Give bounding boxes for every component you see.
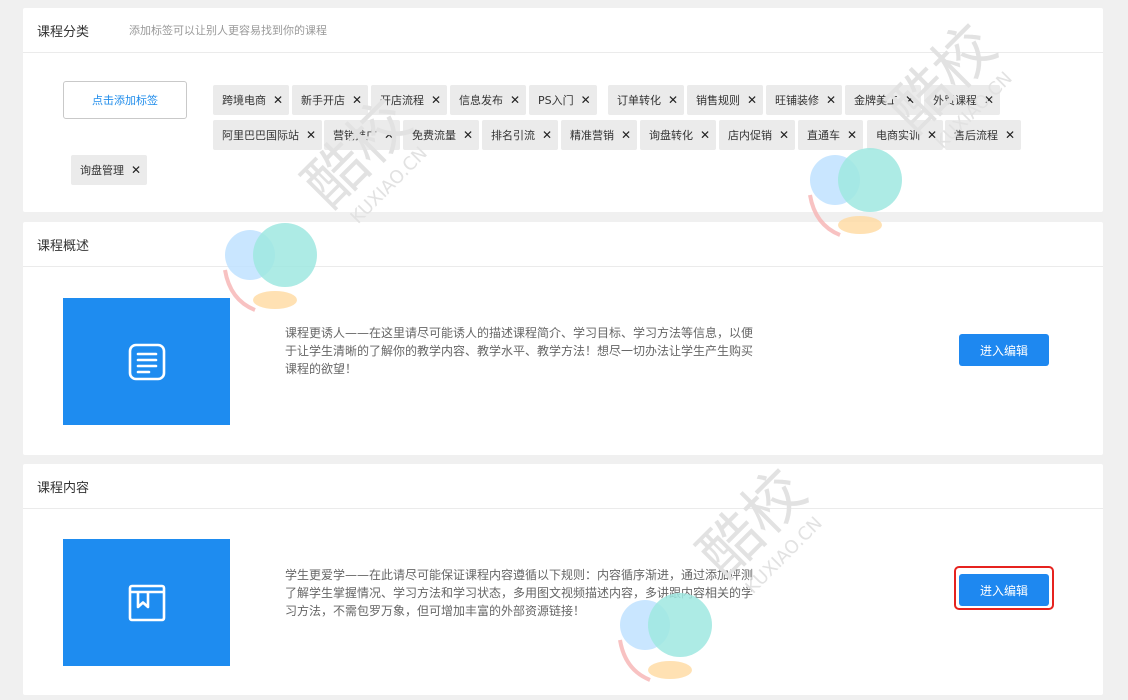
remove-tag-icon[interactable]: ✕ xyxy=(905,93,915,107)
tag-label: 销售规则 xyxy=(696,94,740,107)
content-thumbnail xyxy=(63,539,230,666)
tag-chip: 电商实训 ✕ xyxy=(867,120,944,150)
book-icon xyxy=(128,584,165,621)
document-icon xyxy=(128,343,165,380)
tag-label: 精准营销 xyxy=(570,129,614,142)
content-edit-button[interactable]: 进入编辑 xyxy=(959,574,1049,606)
tag-chip: 阿里巴巴国际站 ✕ xyxy=(213,120,323,150)
remove-tag-icon[interactable]: ✕ xyxy=(1005,128,1015,142)
tag-label: 金牌美工 xyxy=(854,94,898,107)
remove-tag-icon[interactable]: ✕ xyxy=(431,93,441,107)
remove-tag-icon[interactable]: ✕ xyxy=(581,93,591,107)
tag-label: 电商实训 xyxy=(876,129,920,142)
remove-tag-icon[interactable]: ✕ xyxy=(542,128,552,142)
remove-tag-icon[interactable]: ✕ xyxy=(510,93,520,107)
tag-chip: 售后流程 ✕ xyxy=(945,120,1022,150)
tag-label: 免费流量 xyxy=(412,129,456,142)
tag-chip: 新手开店 ✕ xyxy=(292,85,369,115)
add-tag-button[interactable]: 点击添加标签 xyxy=(63,81,187,119)
tag-chip: 旺铺装修 ✕ xyxy=(766,85,843,115)
content-description: 学生更爱学——在此请尽可能保证课程内容遵循以下规则：内容循序渐进，通过添加评测了… xyxy=(285,568,754,618)
course-content-card: 课程内容 学生更爱学——在此请尽可能保证课程内容遵循以下规则：内容循序渐进，通过… xyxy=(23,464,1103,695)
tag-label: 跨境电商 xyxy=(222,94,266,107)
section-title: 课程分类 xyxy=(37,24,90,40)
tag-label: 新手开店 xyxy=(301,94,345,107)
remove-tag-icon[interactable]: ✕ xyxy=(747,93,757,107)
section-hint: 添加标签可以让别人更容易找到你的课程 xyxy=(129,24,328,37)
tag-label: 阿里巴巴国际站 xyxy=(222,129,299,142)
tag-chip: 金牌美工 ✕ xyxy=(845,85,922,115)
intro-thumbnail xyxy=(63,298,230,425)
section-title: 课程内容 xyxy=(37,480,90,496)
remove-tag-icon[interactable]: ✕ xyxy=(306,128,316,142)
remove-tag-icon[interactable]: ✕ xyxy=(847,128,857,142)
tag-chip: 精准营销 ✕ xyxy=(561,120,638,150)
tag-chip: 询盘转化 ✕ xyxy=(640,120,717,150)
tag-label: PS入门 xyxy=(538,94,574,107)
tag-label: 信息发布 xyxy=(459,94,503,107)
tag-chip: 询盘管理 ✕ xyxy=(71,155,148,185)
tag-label: 直通车 xyxy=(807,129,840,142)
tag-label: 排名引流 xyxy=(491,129,535,142)
remove-tag-icon[interactable]: ✕ xyxy=(352,93,362,107)
tag-chip: 信息发布 ✕ xyxy=(450,85,527,115)
tag-label: 订单转化 xyxy=(617,94,661,107)
remove-tag-icon[interactable]: ✕ xyxy=(700,128,710,142)
remove-tag-icon[interactable]: ✕ xyxy=(826,93,836,107)
card-header: 课程内容 xyxy=(23,464,1103,509)
remove-tag-icon[interactable]: ✕ xyxy=(668,93,678,107)
tag-label: 营销推广 xyxy=(333,129,377,142)
remove-tag-icon[interactable]: ✕ xyxy=(463,128,473,142)
tag-label: 售后流程 xyxy=(954,129,998,142)
tag-chip: 店内促销 ✕ xyxy=(719,120,796,150)
tag-label: 询盘管理 xyxy=(80,164,124,177)
intro-edit-button[interactable]: 进入编辑 xyxy=(959,334,1049,366)
tag-label: 外贸课程 xyxy=(933,94,977,107)
remove-tag-icon[interactable]: ✕ xyxy=(927,128,937,142)
course-category-card: 课程分类 添加标签可以让别人更容易找到你的课程 点击添加标签 跨境电商 ✕ 新手开店… xyxy=(23,8,1103,212)
course-intro-card: 课程概述 课程更诱人——在这里请尽可能诱人的描述课程简介、学习目标、学习方法等信… xyxy=(23,222,1103,455)
section-title: 课程概述 xyxy=(37,238,90,254)
remove-tag-icon[interactable]: ✕ xyxy=(779,128,789,142)
remove-tag-icon[interactable]: ✕ xyxy=(131,163,141,177)
intro-description: 课程更诱人——在这里请尽可能诱人的描述课程简介、学习目标、学习方法等信息，以便于… xyxy=(285,326,754,376)
tag-chip: 销售规则 ✕ xyxy=(687,85,764,115)
tag-label: 店内促销 xyxy=(728,129,772,142)
card-header: 课程分类 添加标签可以让别人更容易找到你的课程 xyxy=(23,8,1103,53)
remove-tag-icon[interactable]: ✕ xyxy=(273,93,283,107)
tag-label: 询盘转化 xyxy=(649,129,693,142)
tag-chip: 订单转化 ✕ xyxy=(608,85,685,115)
tag-label: 开店流程 xyxy=(380,94,424,107)
tag-chip: 营销推广 ✕ xyxy=(324,120,401,150)
remove-tag-icon[interactable]: ✕ xyxy=(621,128,631,142)
tag-chip: 免费流量 ✕ xyxy=(403,120,480,150)
tag-chip: 排名引流 ✕ xyxy=(482,120,559,150)
tag-chip: 跨境电商 ✕ xyxy=(213,85,290,115)
tag-chip: 直通车 ✕ xyxy=(798,120,864,150)
tag-chip: PS入门 ✕ xyxy=(529,85,597,115)
tag-chip: 外贸课程 ✕ xyxy=(924,85,1001,115)
card-header: 课程概述 xyxy=(23,222,1103,267)
tag-chip: 开店流程 ✕ xyxy=(371,85,448,115)
remove-tag-icon[interactable]: ✕ xyxy=(984,93,994,107)
remove-tag-icon[interactable]: ✕ xyxy=(384,128,394,142)
tag-label: 旺铺装修 xyxy=(775,94,819,107)
